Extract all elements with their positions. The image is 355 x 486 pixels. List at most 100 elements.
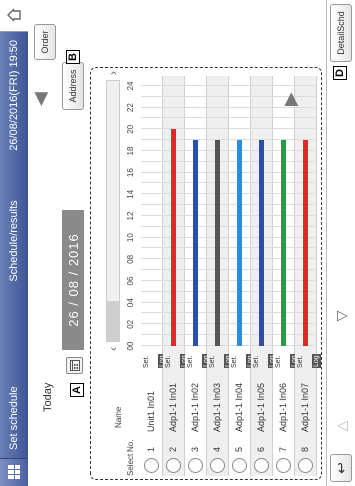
set-log-cell: Set.Log: [164, 350, 189, 368]
row-number: 8: [300, 446, 310, 452]
grid-line: [141, 225, 163, 227]
grid-line: [207, 85, 229, 86]
row-name: Adp1-1 In05: [256, 382, 266, 432]
row-select-radio[interactable]: [232, 458, 247, 473]
set-log-cell: Set.Log: [142, 350, 167, 368]
grid-line: [185, 128, 207, 130]
schedule-bar[interactable]: [237, 140, 242, 346]
grid-line: [141, 269, 163, 271]
back-button[interactable]: ↩: [330, 454, 352, 482]
today-button[interactable]: Today: [42, 383, 54, 412]
set-log-cell: Set.Log: [274, 350, 299, 368]
grid-line: [295, 128, 317, 130]
callout-d: D: [333, 66, 347, 80]
table-row[interactable]: 5 Adp1-1 In04 Set.Log: [229, 76, 255, 476]
schedule-bar[interactable]: [193, 140, 198, 346]
hour-tick: 18: [126, 146, 135, 156]
grid-line: [141, 258, 163, 260]
set-label: Set.: [253, 355, 260, 368]
hour-tick: 04: [126, 298, 135, 308]
timeline-scrollbar[interactable]: ‹ ›: [102, 66, 124, 356]
page-left-icon[interactable]: ◀: [30, 92, 51, 106]
date-toolbar: Today A 26 / 08 / 2016 Address Order B: [28, 0, 86, 486]
grid-line: [185, 95, 207, 97]
set-log-cell: Set.Log: [208, 350, 233, 368]
grid-line: [185, 117, 207, 119]
grid-line: [141, 106, 163, 108]
callout-a: A: [70, 383, 84, 397]
row-number: 3: [190, 446, 200, 452]
row-timeline: [251, 85, 273, 346]
row-select-radio[interactable]: [188, 458, 203, 473]
row-select-radio[interactable]: [144, 458, 159, 473]
calendar-button[interactable]: [66, 357, 83, 374]
row-name: Adp1-1 In04: [234, 382, 244, 432]
row-name: Adp1-1 In01: [168, 382, 178, 432]
row-name: Adp1-1 In07: [300, 382, 310, 432]
sort-address-button[interactable]: Address: [62, 62, 84, 110]
schedule-bar[interactable]: [303, 140, 308, 346]
scroll-thumb[interactable]: [107, 301, 119, 341]
hour-tick: 00: [126, 341, 135, 351]
grid-line: [141, 117, 163, 119]
grid-line: [295, 85, 317, 86]
table-row[interactable]: 8 Adp1-1 In07 Set. Log: [295, 76, 321, 476]
menu-button[interactable]: [0, 458, 28, 486]
table-row[interactable]: 7 Adp1-1 In06 Set.Log: [273, 76, 299, 476]
page-down-button[interactable]: ▽: [330, 296, 352, 336]
detail-schedule-button[interactable]: DetailSchd: [330, 4, 352, 62]
table-row[interactable]: 6 Adp1-1 In05 Set.Log: [251, 76, 277, 476]
current-datetime: 26/08/2016(FRI) 19:50: [8, 40, 20, 151]
table-row[interactable]: 2 Adp1-1 In01 Set.Log: [163, 76, 189, 476]
page-up-button[interactable]: △: [330, 406, 352, 446]
schedule-bar[interactable]: [215, 140, 220, 346]
page-right-icon[interactable]: ▶: [280, 92, 301, 106]
grid-line: [207, 106, 229, 108]
selected-date[interactable]: 26 / 08 / 2016: [62, 210, 84, 350]
grid-line: [207, 95, 229, 97]
grid-line: [295, 117, 317, 119]
set-log-cell: Set.Log: [186, 350, 211, 368]
schedule-bar[interactable]: [259, 140, 264, 346]
grid-line: [141, 236, 163, 238]
header-select: Select: [126, 453, 135, 476]
hour-tick: 02: [126, 319, 135, 329]
sort-order-button[interactable]: Order: [34, 24, 56, 60]
set-label: Set.: [297, 355, 304, 368]
scroll-left-icon[interactable]: ‹: [102, 342, 124, 356]
title-bar: Set schedule Schedule/results 26/08/2016…: [0, 0, 28, 486]
grid-line: [295, 106, 317, 108]
hour-tick: 10: [126, 233, 135, 243]
set-label: Set.: [187, 355, 194, 368]
row-number: 5: [234, 446, 244, 452]
grid-line: [163, 106, 185, 108]
grid-line: [141, 160, 163, 162]
log-badge: Log: [312, 354, 321, 368]
table-row[interactable]: 4 Adp1-1 In03 Set.Log: [207, 76, 233, 476]
schedule-bar[interactable]: [171, 129, 176, 346]
grid-line: [251, 95, 273, 97]
grid-line: [251, 128, 273, 130]
grid-line: [141, 334, 163, 336]
grid-line: [141, 150, 163, 151]
grid-line: [163, 95, 185, 97]
table-row[interactable]: 3 Adp1-1 In02 Set.Log: [185, 76, 211, 476]
home-icon: [7, 9, 21, 22]
grid-line: [229, 106, 251, 108]
row-number: 1: [146, 446, 156, 452]
row-select-radio[interactable]: [276, 458, 291, 473]
scroll-right-icon[interactable]: ›: [102, 66, 124, 80]
row-select-radio[interactable]: [210, 458, 225, 473]
row-select-radio[interactable]: [254, 458, 269, 473]
set-label: Set.: [143, 355, 150, 368]
row-timeline: [141, 85, 163, 346]
set-label: Set.: [231, 355, 238, 368]
set-log-cell: Set.Log: [230, 350, 255, 368]
hour-tick: 08: [126, 254, 135, 264]
home-button[interactable]: [0, 0, 28, 32]
schedule-bar[interactable]: [281, 140, 286, 346]
row-select-radio[interactable]: [166, 458, 181, 473]
row-select-radio[interactable]: [298, 458, 313, 473]
row-number: 6: [256, 446, 266, 452]
table-row[interactable]: 1 Unit1 In01 Set.Log: [141, 76, 167, 476]
